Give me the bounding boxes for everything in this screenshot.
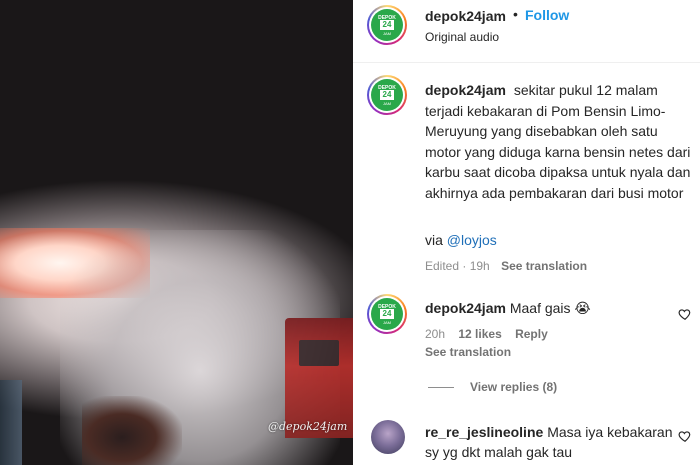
caption-username[interactable]: depok24jam xyxy=(425,82,506,98)
pump-pole xyxy=(0,380,22,465)
comment-likes[interactable]: 12 likes xyxy=(458,327,501,341)
video-watermark: @depok24jam xyxy=(268,420,348,433)
video-player[interactable]: @depok24jam xyxy=(0,0,353,465)
depok24jam-logo: DEPOK 24 JAM xyxy=(371,79,403,111)
header-avatar[interactable]: DEPOK 24 JAM xyxy=(367,5,407,45)
comment-avatar[interactable]: DEPOK 24 JAM xyxy=(367,294,407,334)
caption-see-translation[interactable]: See translation xyxy=(501,259,587,273)
comment-time: 20h xyxy=(425,327,446,341)
caption-avatar[interactable]: DEPOK 24 JAM xyxy=(367,75,407,115)
comment-meta: 20h 12 likes Reply xyxy=(425,327,548,341)
caption-meta: Edited · 19h See translation xyxy=(425,259,587,273)
audio-label[interactable]: Original audio xyxy=(425,30,499,44)
comment-text: re_re_jeslineoline Masa iya kebakaran sy… xyxy=(425,422,675,462)
depok24jam-logo: DEPOK 24 JAM xyxy=(371,298,403,330)
comment-username[interactable]: depok24jam xyxy=(425,300,506,316)
like-heart-icon[interactable] xyxy=(678,307,692,326)
via-prefix: via xyxy=(425,232,443,248)
post-panel: DEPOK 24 JAM depok24jam • Follow Origina… xyxy=(353,0,700,465)
header-username[interactable]: depok24jam xyxy=(425,8,506,24)
like-heart-icon[interactable] xyxy=(678,429,692,448)
comment-reply-button[interactable]: Reply xyxy=(515,327,548,341)
motorcycle-riders xyxy=(82,396,182,465)
caption-timestamp: Edited · 19h xyxy=(425,259,490,273)
comment-avatar[interactable] xyxy=(371,420,405,454)
follow-button[interactable]: Follow xyxy=(525,7,569,23)
caption-text: depok24jam sekitar pukul 12 malam terjad… xyxy=(425,80,695,203)
depok24jam-logo: DEPOK 24 JAM xyxy=(371,9,403,41)
comment-text: depok24jam Maaf gais 😭 xyxy=(425,300,591,317)
comment-username[interactable]: re_re_jeslineoline xyxy=(425,424,543,440)
comment-body: Maaf gais 😭 xyxy=(509,300,591,316)
via-line: via @loyjos xyxy=(425,232,497,248)
separator-dot: • xyxy=(513,6,518,22)
replies-line xyxy=(428,387,454,389)
comment-see-translation[interactable]: See translation xyxy=(425,345,511,359)
truck-window xyxy=(299,340,339,366)
header-divider xyxy=(353,62,700,63)
view-replies-button[interactable]: View replies (8) xyxy=(428,380,557,394)
caption-body: sekitar pukul 12 malam terjadi kebakaran… xyxy=(425,82,691,201)
via-handle-link[interactable]: @loyjos xyxy=(447,232,497,248)
